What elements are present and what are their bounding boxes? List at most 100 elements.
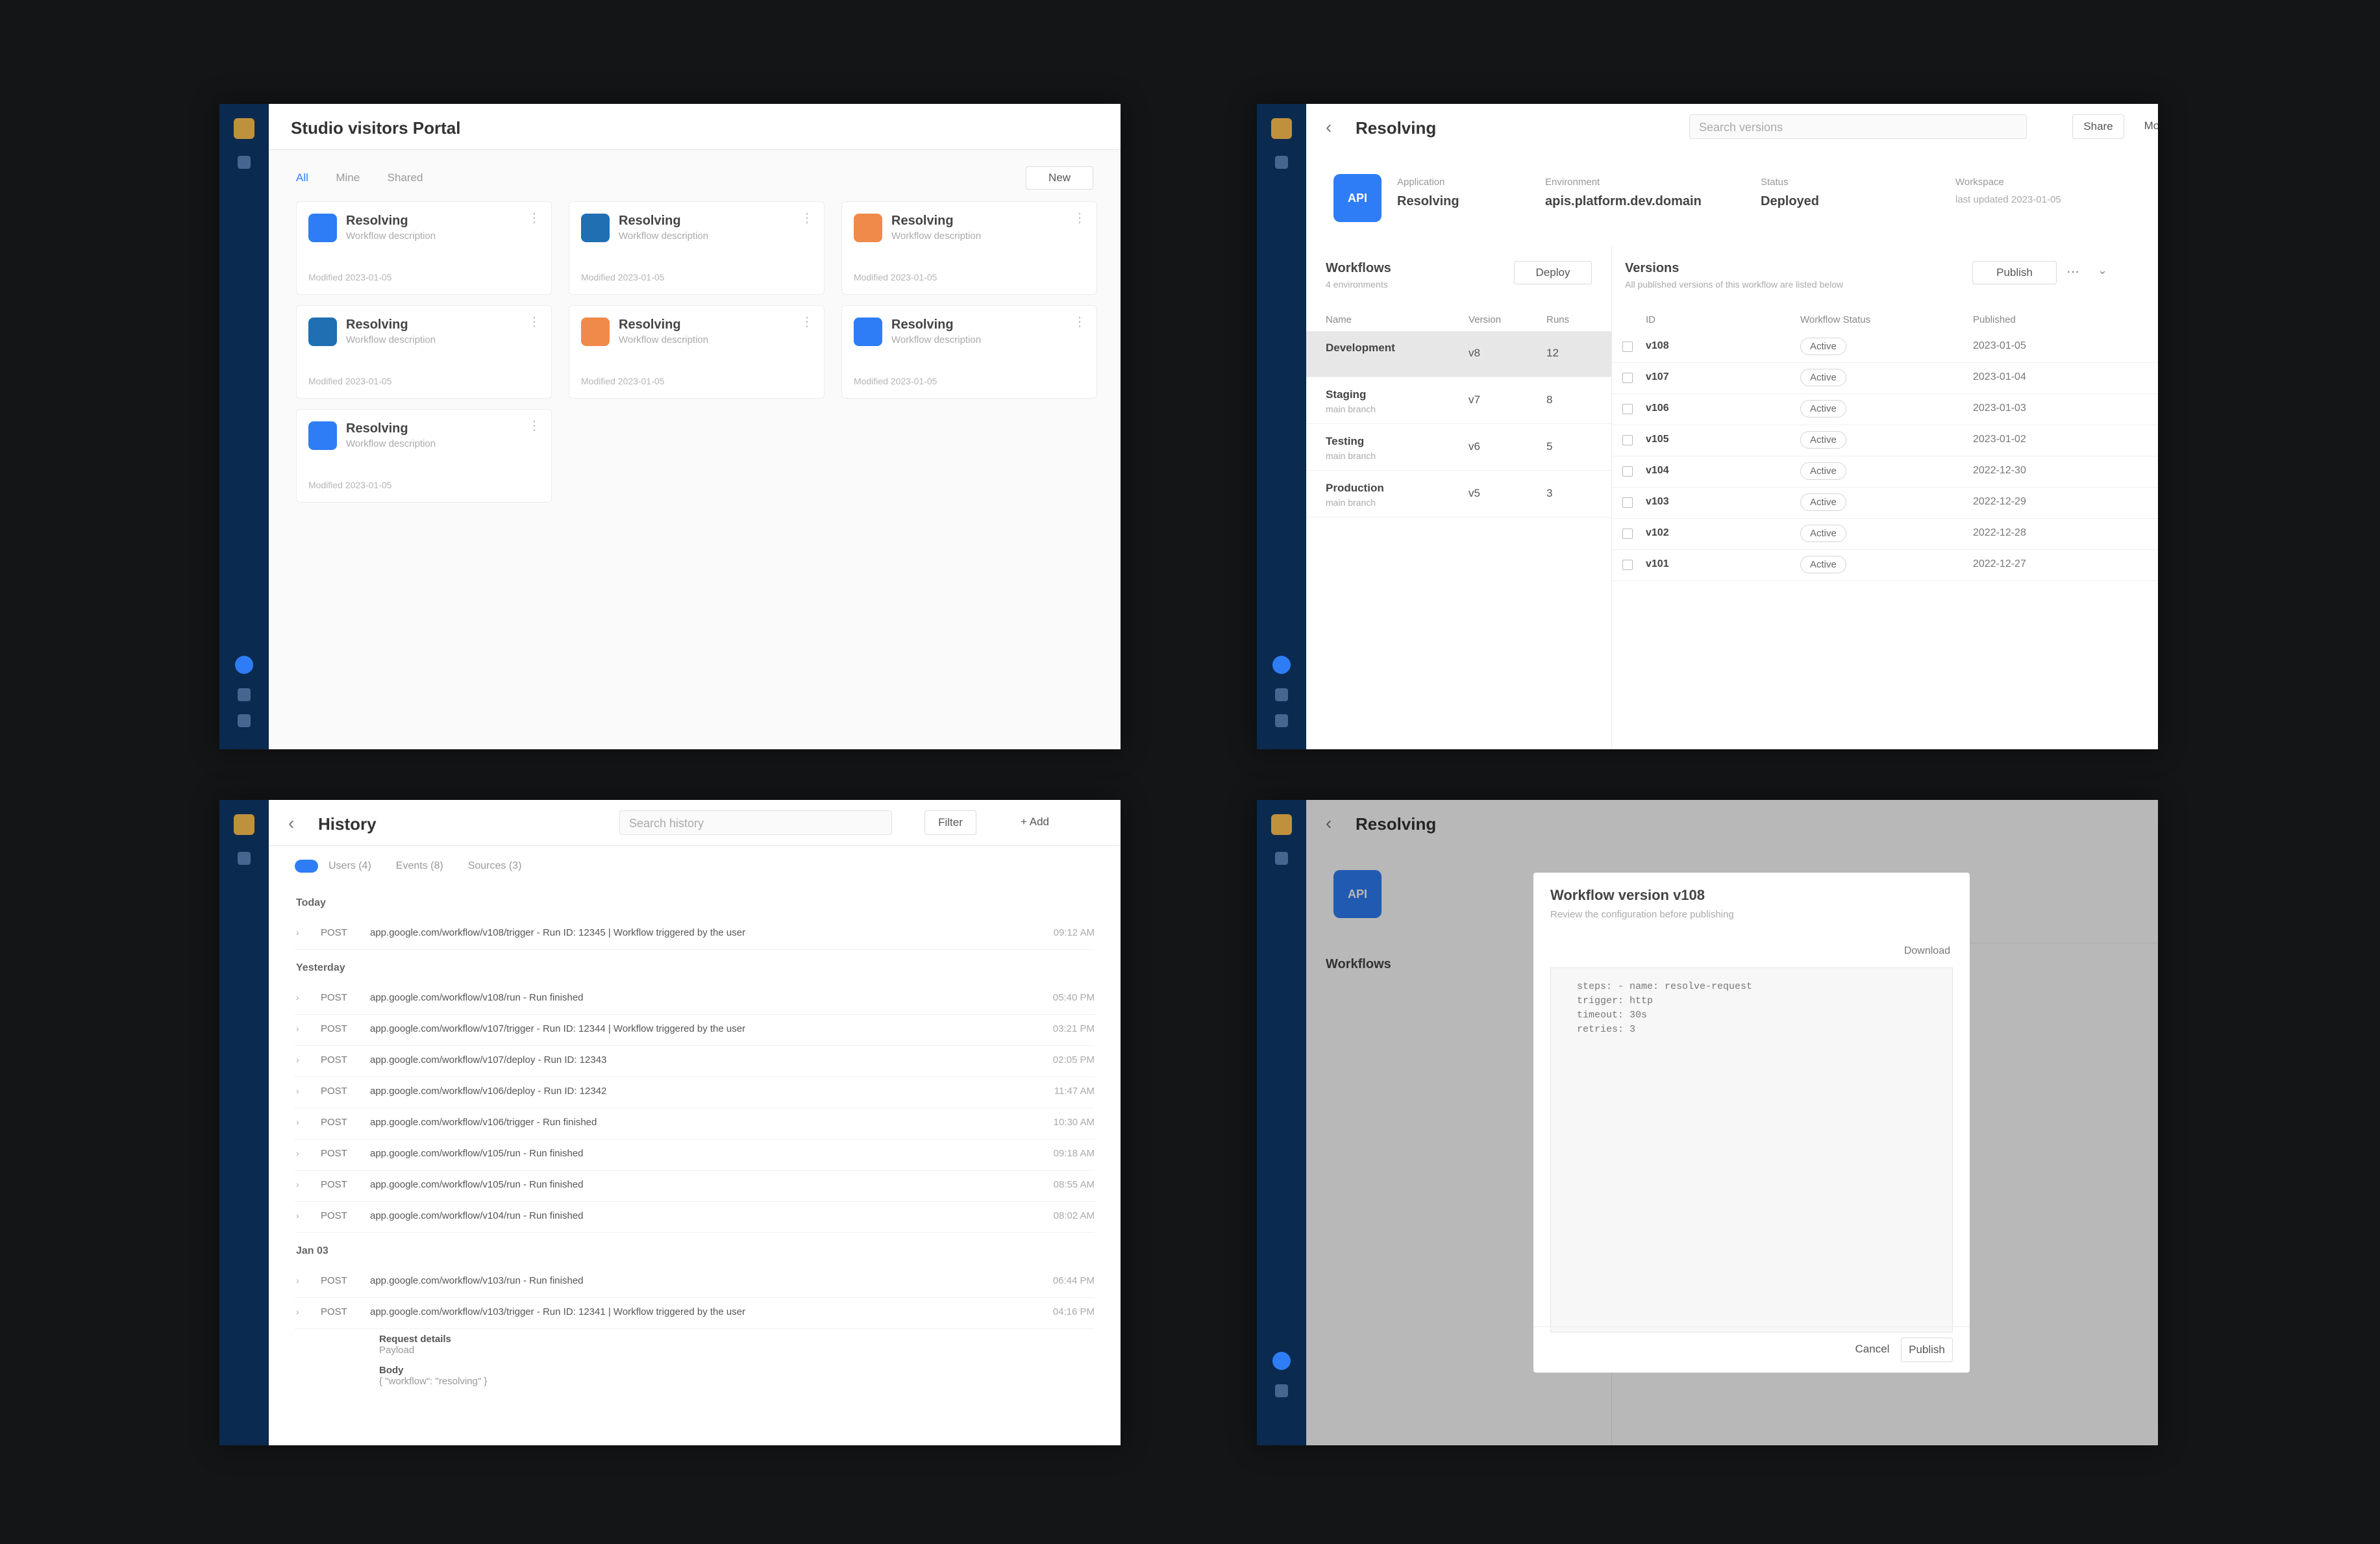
search-input[interactable]: Search history xyxy=(619,810,892,835)
publish-button[interactable]: Publish xyxy=(1901,1338,1953,1362)
menu-icon[interactable] xyxy=(1275,852,1288,865)
meta-label: Workspace xyxy=(1955,177,2004,188)
help-icon[interactable] xyxy=(238,714,251,727)
more-button[interactable]: More xyxy=(2131,114,2158,139)
filter-events[interactable]: Events (8) xyxy=(396,860,443,871)
chevron-right-icon[interactable]: › xyxy=(296,1086,299,1096)
workflow-card[interactable]: Resolving Workflow description Modified 20… xyxy=(296,305,552,399)
workflow-row[interactable]: Testing main branch v6 5 xyxy=(1306,425,1611,471)
history-row[interactable]: › POST app.google.com/workflow/v106/trigge… xyxy=(295,1108,1095,1139)
workflow-row[interactable]: Production main branch v5 3 xyxy=(1306,471,1611,517)
workflow-row[interactable]: Staging main branch v7 8 xyxy=(1306,378,1611,424)
row-checkbox[interactable] xyxy=(1622,342,1633,352)
history-row[interactable]: › POST app.google.com/workflow/v105/run - … xyxy=(295,1139,1095,1171)
settings-icon[interactable] xyxy=(238,688,251,701)
workflow-card[interactable]: Resolving Workflow description Modified 20… xyxy=(841,305,1097,399)
share-button[interactable]: Share xyxy=(2072,114,2124,139)
panel-portal: Studio visitors Portal All Mine Shared N… xyxy=(219,104,1121,749)
workflow-card[interactable]: Resolving Workflow description Modified 20… xyxy=(569,201,824,295)
history-row[interactable]: › POST app.google.com/workflow/v107/deploy… xyxy=(295,1045,1095,1077)
new-button[interactable]: New xyxy=(1026,166,1093,190)
row-name: Development xyxy=(1326,342,1395,354)
more-icon[interactable]: ⋮ xyxy=(1073,210,1086,226)
version-row[interactable]: v105 Active 2023-01-02 xyxy=(1612,425,2158,456)
menu-icon[interactable] xyxy=(1275,156,1288,169)
deploy-button[interactable]: Deploy xyxy=(1514,261,1592,284)
version-row[interactable]: v102 Active 2022-12-28 xyxy=(1612,518,2158,550)
more-icon[interactable]: ⋮ xyxy=(528,210,541,226)
row-checkbox[interactable] xyxy=(1622,373,1633,383)
chevron-down-icon[interactable]: ⌄ xyxy=(2098,264,2107,277)
code-viewer[interactable]: steps: - name: resolve-request trigger: … xyxy=(1550,967,1953,1332)
history-row[interactable]: › POST app.google.com/workflow/v105/run - … xyxy=(295,1170,1095,1202)
chevron-right-icon[interactable]: › xyxy=(296,1023,299,1034)
more-icon[interactable]: ⋮ xyxy=(800,210,813,226)
user-avatar[interactable] xyxy=(1272,1352,1291,1370)
app-logo[interactable] xyxy=(234,118,254,139)
cancel-button[interactable]: Cancel xyxy=(1846,1338,1898,1362)
more-icon[interactable]: ⋯ xyxy=(2066,264,2079,280)
workflow-card[interactable]: Resolving Workflow description Modified 20… xyxy=(841,201,1097,295)
tab-shared[interactable]: Shared xyxy=(388,171,423,184)
settings-icon[interactable] xyxy=(1275,1384,1288,1397)
download-link[interactable]: Download xyxy=(1904,945,1950,957)
chevron-right-icon[interactable]: › xyxy=(296,1179,299,1189)
row-checkbox[interactable] xyxy=(1622,435,1633,445)
more-icon[interactable]: ⋮ xyxy=(528,417,541,434)
app-logo[interactable] xyxy=(234,814,254,835)
menu-icon[interactable] xyxy=(238,156,251,169)
chevron-right-icon[interactable]: › xyxy=(296,1210,299,1221)
workflow-row[interactable]: Development v8 12 xyxy=(1306,331,1611,377)
row-checkbox[interactable] xyxy=(1622,560,1633,570)
history-row[interactable]: › POST app.google.com/workflow/v108/trigge… xyxy=(295,918,1095,950)
back-arrow-icon[interactable]: ‹ xyxy=(1326,117,1332,138)
chevron-right-icon[interactable]: › xyxy=(296,1306,299,1317)
chevron-right-icon[interactable]: › xyxy=(296,992,299,1002)
chevron-right-icon[interactable]: › xyxy=(296,1054,299,1065)
filter-sources[interactable]: Sources (3) xyxy=(468,860,522,871)
add-button[interactable]: + Add xyxy=(1002,810,1067,835)
chevron-right-icon[interactable]: › xyxy=(296,1117,299,1127)
settings-icon[interactable] xyxy=(1275,688,1288,701)
workflow-card[interactable]: Resolving Workflow description Modified 20… xyxy=(296,201,552,295)
version-row[interactable]: v107 Active 2023-01-04 xyxy=(1612,362,2158,394)
back-arrow-icon[interactable]: ‹ xyxy=(288,813,294,834)
version-row[interactable]: v104 Active 2022-12-30 xyxy=(1612,456,2158,488)
version-row[interactable]: v101 Active 2022-12-27 xyxy=(1612,549,2158,581)
publish-button[interactable]: Publish xyxy=(1972,261,2057,284)
row-checkbox[interactable] xyxy=(1622,404,1633,414)
tab-all[interactable]: All xyxy=(296,171,308,184)
row-checkbox[interactable] xyxy=(1622,529,1633,539)
version-row[interactable]: v108 Active 2023-01-05 xyxy=(1612,331,2158,363)
chevron-right-icon[interactable]: › xyxy=(296,1148,299,1158)
workflow-card[interactable]: Resolving Workflow description Modified 20… xyxy=(569,305,824,399)
version-row[interactable]: v103 Active 2022-12-29 xyxy=(1612,487,2158,519)
more-icon[interactable]: ⋮ xyxy=(1073,314,1086,330)
filter-button[interactable]: Filter xyxy=(924,810,976,835)
help-icon[interactable] xyxy=(1275,714,1288,727)
chevron-right-icon[interactable]: › xyxy=(296,927,299,938)
chevron-right-icon[interactable]: › xyxy=(296,1275,299,1286)
top-bar: ‹ Resolving Search versions Share More xyxy=(1306,104,2158,150)
user-avatar[interactable] xyxy=(1272,656,1291,674)
more-icon[interactable]: ⋮ xyxy=(800,314,813,330)
history-row[interactable]: › POST app.google.com/workflow/v106/deploy… xyxy=(295,1077,1095,1108)
tab-mine[interactable]: Mine xyxy=(336,171,360,184)
row-checkbox[interactable] xyxy=(1622,497,1633,508)
app-logo[interactable] xyxy=(1271,814,1292,835)
filter-users[interactable]: Users (4) xyxy=(328,860,371,871)
history-row[interactable]: › POST app.google.com/workflow/v103/trigge… xyxy=(295,1297,1095,1329)
app-logo[interactable] xyxy=(1271,118,1292,139)
workflow-card[interactable]: Resolving Workflow description Modified 20… xyxy=(296,409,552,503)
search-input[interactable]: Search versions xyxy=(1689,114,2027,139)
version-row[interactable]: v106 Active 2023-01-03 xyxy=(1612,393,2158,425)
row-checkbox[interactable] xyxy=(1622,466,1633,477)
history-row[interactable]: › POST app.google.com/workflow/v104/run - … xyxy=(295,1201,1095,1233)
more-icon[interactable]: ⋮ xyxy=(528,314,541,330)
toggle-switch[interactable] xyxy=(295,860,318,873)
history-row[interactable]: › POST app.google.com/workflow/v108/run - … xyxy=(295,983,1095,1015)
history-row[interactable]: › POST app.google.com/workflow/v103/run - … xyxy=(295,1266,1095,1298)
menu-icon[interactable] xyxy=(238,852,251,865)
history-row[interactable]: › POST app.google.com/workflow/v107/trigge… xyxy=(295,1014,1095,1046)
user-avatar[interactable] xyxy=(235,656,253,674)
